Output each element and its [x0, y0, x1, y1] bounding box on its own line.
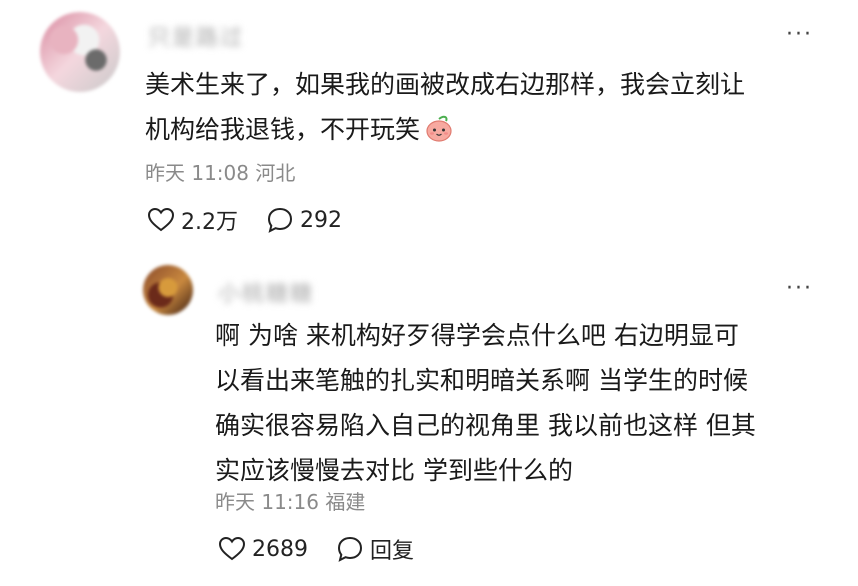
speech-bubble-icon — [337, 536, 363, 562]
comment-button[interactable]: 292 — [266, 206, 342, 234]
comment-text-line: 以看出来笔触的扎实和明暗关系啊 当学生的时候 — [215, 366, 748, 395]
heart-outline-icon — [218, 536, 246, 561]
like-button[interactable]: 2.2万 — [147, 204, 238, 236]
like-button[interactable]: 2689 — [218, 536, 308, 562]
reply-label: 回复 — [370, 539, 415, 564]
username[interactable]: 只是路过 — [148, 20, 244, 52]
username[interactable]: 小桃糖糖 — [218, 276, 314, 308]
comment-text-line: 确实很容易陷入自己的视角里 我以前也这样 但其 — [215, 411, 756, 440]
reply-button[interactable]: 回复 — [336, 533, 414, 565]
like-count: 2.2万 — [181, 210, 238, 235]
comment-actions: 2.2万 292 — [147, 204, 342, 236]
comment-meta: 昨天 11:16 福建 — [215, 490, 366, 514]
avatar[interactable] — [143, 265, 193, 315]
more-options-icon[interactable]: ··· — [786, 24, 813, 46]
speech-bubble-icon — [267, 207, 293, 233]
comment-actions: 2689 回复 — [218, 533, 414, 565]
comment-text: 美术生来了，如果我的画被改成右边那样，我会立刻让 机构给我退钱，不开玩笑 — [145, 62, 745, 152]
avatar[interactable] — [40, 12, 120, 92]
comment-text-line: 机构给我退钱，不开玩笑 — [145, 115, 421, 144]
comment-meta: 昨天 11:08 河北 — [145, 161, 296, 185]
more-options-icon[interactable]: ··· — [786, 278, 813, 300]
comment-text: 啊 为啥 来机构好歹得学会点什么吧 右边明显可 以看出来笔触的扎实和明暗关系啊 … — [215, 313, 756, 493]
like-count: 2689 — [252, 536, 308, 562]
heart-outline-icon — [147, 207, 175, 232]
peach-emoji-icon — [426, 115, 452, 142]
comment-text-line: 美术生来了，如果我的画被改成右边那样，我会立刻让 — [145, 70, 746, 99]
reply-count: 292 — [300, 207, 342, 233]
comment-text-line: 啊 为啥 来机构好歹得学会点什么吧 右边明显可 — [215, 321, 739, 350]
